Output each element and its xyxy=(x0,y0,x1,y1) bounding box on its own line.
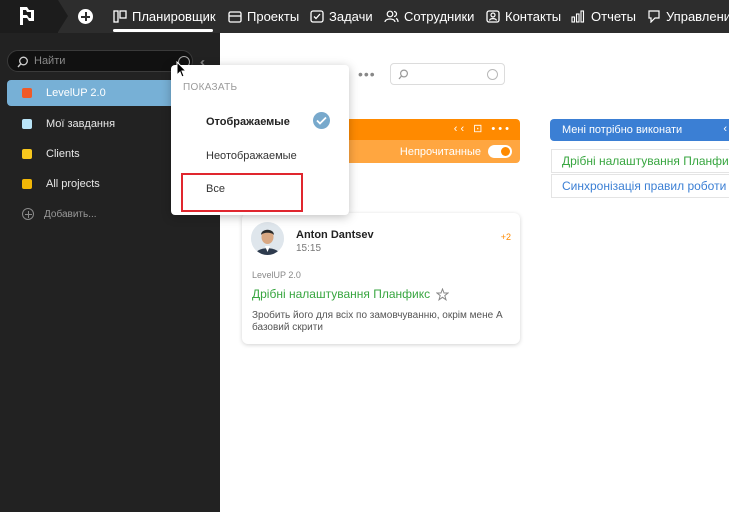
blue-column-header: Мені потрібно виконати ‹ xyxy=(550,119,729,141)
sidebar-item-label: LevelUP 2.0 xyxy=(46,87,106,99)
search-icon xyxy=(17,56,28,68)
option-displayed[interactable]: Отображаемые xyxy=(206,116,290,128)
search-icon xyxy=(398,69,409,80)
orange-column: ‹‹ ⊡ ••• Непрочитанные xyxy=(320,119,520,163)
project-color-icon xyxy=(22,119,32,129)
column-controls-icon[interactable]: ‹‹ ⊡ ••• xyxy=(454,122,512,135)
card-description: Зробить його для всіх по замовчуванню, о… xyxy=(252,310,503,333)
blue-column-title: Мені потрібно виконати xyxy=(562,124,683,136)
card-time: 15:15 xyxy=(296,243,322,254)
nav-label: Контакты xyxy=(505,9,562,24)
nav-label: Проекты xyxy=(247,9,300,24)
management-icon xyxy=(648,10,660,23)
task-card[interactable]: Anton Dantsev 15:15 +2 LevelUP 2.0 Дрібн… xyxy=(242,213,520,344)
sidebar-item-label: Clients xyxy=(46,148,80,160)
list-item-label: Синхронізація правил роботи xyxy=(562,179,727,193)
nav-item-tasks[interactable]: Задачи xyxy=(310,0,373,33)
chevron-left-icon[interactable]: ‹ xyxy=(723,123,727,135)
nav-item-contacts[interactable]: Контакты xyxy=(486,0,561,33)
card-badge: +2 xyxy=(500,232,511,242)
top-navigation-bar: Планировщик Проекты Задачи Сотрудники Ко… xyxy=(0,0,729,33)
employees-icon xyxy=(384,10,399,23)
orange-column-header: ‹‹ ⊡ ••• xyxy=(320,119,520,140)
project-color-icon xyxy=(22,149,32,159)
card-author: Anton Dantsev xyxy=(296,229,374,241)
nav-label: Планировщик xyxy=(132,9,216,24)
filter-icon[interactable] xyxy=(487,69,498,80)
nav-item-employees[interactable]: Сотрудники xyxy=(384,0,474,33)
list-item-label: Дрібні налаштування Планфи xyxy=(562,154,729,168)
list-item[interactable]: Синхронізація правил роботи xyxy=(551,174,729,198)
list-item[interactable]: Дрібні налаштування Планфи xyxy=(551,149,729,173)
nav-label: Сотрудники xyxy=(404,9,475,24)
search-input[interactable] xyxy=(34,53,164,69)
more-options-icon[interactable]: ••• xyxy=(358,66,376,82)
project-color-icon xyxy=(22,179,32,189)
app-logo[interactable] xyxy=(0,0,58,33)
unread-filter-bar: Непрочитанные xyxy=(320,140,520,163)
planner-icon xyxy=(113,10,127,23)
user-photo-icon xyxy=(251,222,284,255)
sidebar-item-label: Мої завдання xyxy=(46,118,116,130)
project-color-icon xyxy=(22,88,32,98)
card-project: LevelUP 2.0 xyxy=(252,270,301,280)
nav-label: Управлени xyxy=(666,9,729,24)
nav-item-reports[interactable]: Отчеты xyxy=(571,0,636,33)
sidebar-item-label: All projects xyxy=(46,178,100,190)
add-project-label: Добавить... xyxy=(44,208,97,220)
nav-active-indicator xyxy=(113,29,213,32)
main-search[interactable] xyxy=(390,63,505,85)
reports-icon xyxy=(571,10,585,23)
unread-toggle[interactable] xyxy=(488,145,512,158)
nav-label: Задачи xyxy=(329,9,373,24)
check-icon xyxy=(313,112,330,129)
add-project-button[interactable]: Добавить... xyxy=(22,208,97,220)
logo-notch xyxy=(58,0,68,32)
tasks-icon xyxy=(310,10,324,23)
add-circle-icon xyxy=(22,208,34,220)
flag-logo-icon xyxy=(20,7,34,25)
show-filter-dropdown: ПОКАЗАТЬ Отображаемые Неотображаемые Все xyxy=(171,65,349,215)
nav-item-projects[interactable]: Проекты xyxy=(228,0,299,33)
projects-icon xyxy=(228,11,242,23)
option-hidden[interactable]: Неотображаемые xyxy=(206,150,297,162)
card-title: Дрібні налаштування Планфикс xyxy=(252,287,431,301)
add-icon[interactable] xyxy=(78,9,93,24)
star-icon[interactable] xyxy=(436,287,450,301)
nav-label: Отчеты xyxy=(591,9,636,24)
sidebar-search[interactable] xyxy=(7,50,193,72)
contacts-icon xyxy=(486,10,500,23)
card-title-row[interactable]: Дрібні налаштування Планфикс xyxy=(252,287,450,301)
highlight-box xyxy=(181,173,303,212)
dropdown-heading: ПОКАЗАТЬ xyxy=(183,82,238,93)
avatar xyxy=(251,222,284,255)
mouse-cursor-icon xyxy=(176,61,187,78)
unread-filter-label: Непрочитанные xyxy=(399,145,481,158)
nav-item-management[interactable]: Управлени xyxy=(647,0,729,33)
